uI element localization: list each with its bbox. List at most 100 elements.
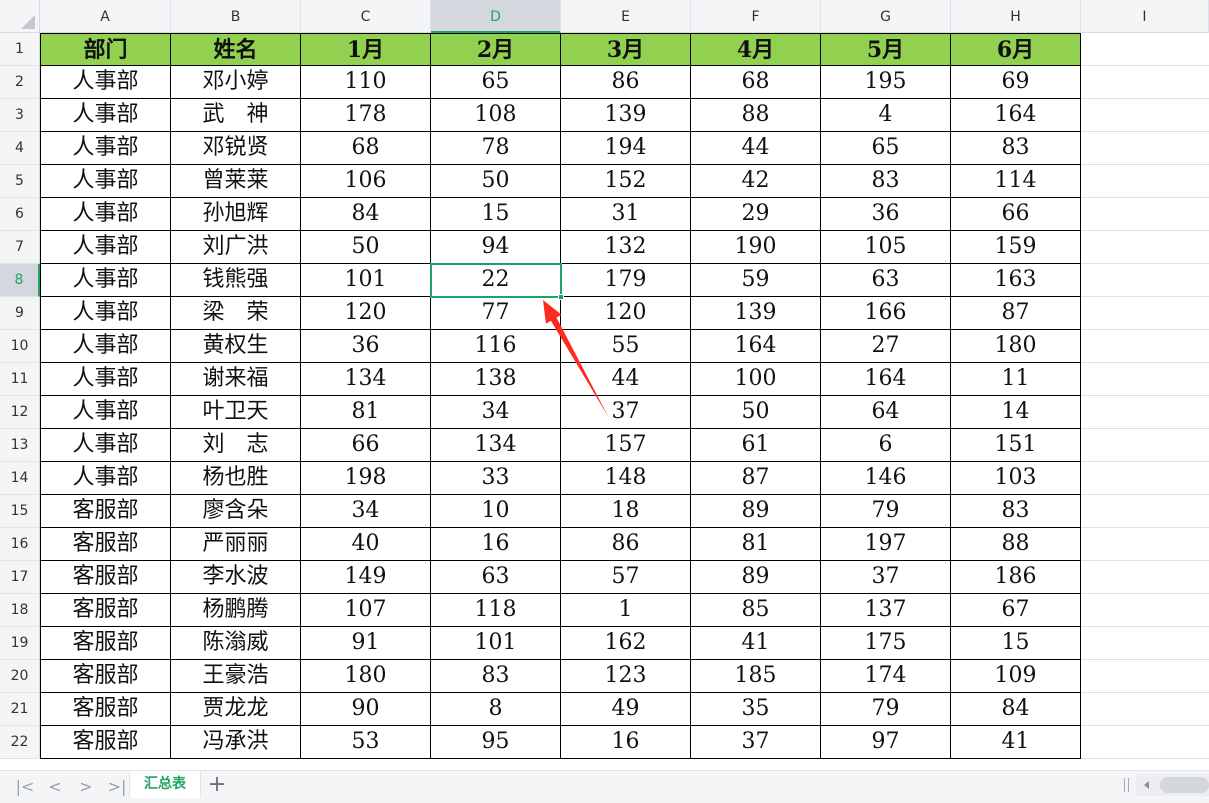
column-title-cell[interactable]: 5月 [821, 33, 951, 66]
table-cell[interactable]: 79 [821, 495, 951, 528]
table-cell[interactable]: 曾莱莱 [171, 165, 301, 198]
row-header-3[interactable]: 3 [0, 99, 40, 132]
row-header-10[interactable]: 10 [0, 330, 40, 363]
split-handle-icon[interactable] [1124, 778, 1129, 792]
table-cell[interactable]: 6 [821, 429, 951, 462]
table-cell[interactable]: 人事部 [40, 132, 171, 165]
table-cell[interactable]: 120 [301, 297, 431, 330]
table-cell[interactable]: 15 [431, 198, 561, 231]
table-cell[interactable]: 190 [691, 231, 821, 264]
table-cell[interactable]: 106 [301, 165, 431, 198]
row-header-11[interactable]: 11 [0, 363, 40, 396]
table-cell[interactable]: 149 [301, 561, 431, 594]
table-cell[interactable]: 68 [301, 132, 431, 165]
table-cell[interactable]: 55 [561, 330, 691, 363]
table-cell[interactable]: 85 [691, 594, 821, 627]
table-cell[interactable]: 159 [951, 231, 1081, 264]
table-cell[interactable]: 185 [691, 660, 821, 693]
table-cell[interactable]: 164 [951, 99, 1081, 132]
table-cell[interactable]: 107 [301, 594, 431, 627]
table-cell[interactable]: 84 [301, 198, 431, 231]
row-header-12[interactable]: 12 [0, 396, 40, 429]
table-cell[interactable]: 王豪浩 [171, 660, 301, 693]
empty-cell[interactable] [1081, 528, 1209, 561]
table-cell[interactable]: 86 [561, 528, 691, 561]
table-cell[interactable]: 邓锐贤 [171, 132, 301, 165]
table-cell[interactable]: 132 [561, 231, 691, 264]
table-cell[interactable]: 101 [301, 264, 431, 297]
column-title-cell[interactable]: 6月 [951, 33, 1081, 66]
row-header-20[interactable]: 20 [0, 660, 40, 693]
table-cell[interactable]: 63 [431, 561, 561, 594]
empty-cell[interactable] [1081, 429, 1209, 462]
column-header-b[interactable]: B [171, 0, 301, 33]
table-cell[interactable]: 孙旭辉 [171, 198, 301, 231]
table-cell[interactable]: 78 [431, 132, 561, 165]
table-cell[interactable]: 63 [821, 264, 951, 297]
table-cell[interactable]: 50 [301, 231, 431, 264]
table-cell[interactable]: 18 [561, 495, 691, 528]
table-cell[interactable]: 148 [561, 462, 691, 495]
table-cell[interactable]: 黄权生 [171, 330, 301, 363]
empty-cell[interactable] [1081, 363, 1209, 396]
empty-cell[interactable] [1081, 660, 1209, 693]
table-cell[interactable]: 冯承洪 [171, 726, 301, 759]
table-cell[interactable]: 36 [301, 330, 431, 363]
empty-cell[interactable] [1081, 594, 1209, 627]
empty-cell[interactable] [1081, 132, 1209, 165]
table-cell[interactable]: 81 [691, 528, 821, 561]
table-cell[interactable]: 客服部 [40, 594, 171, 627]
table-cell[interactable]: 164 [821, 363, 951, 396]
column-title-cell[interactable]: 2月 [431, 33, 561, 66]
table-cell[interactable]: 163 [951, 264, 1081, 297]
column-header-c[interactable]: C [301, 0, 431, 33]
table-cell[interactable]: 146 [821, 462, 951, 495]
table-cell[interactable]: 175 [821, 627, 951, 660]
column-title-cell[interactable]: 3月 [561, 33, 691, 66]
table-cell[interactable]: 14 [951, 396, 1081, 429]
table-cell[interactable]: 27 [821, 330, 951, 363]
table-cell[interactable]: 10 [431, 495, 561, 528]
table-cell[interactable]: 84 [951, 693, 1081, 726]
table-cell[interactable]: 110 [301, 66, 431, 99]
table-cell[interactable]: 174 [821, 660, 951, 693]
table-cell[interactable]: 29 [691, 198, 821, 231]
table-cell[interactable]: 198 [301, 462, 431, 495]
table-cell[interactable]: 197 [821, 528, 951, 561]
table-cell[interactable]: 人事部 [40, 396, 171, 429]
table-cell[interactable]: 人事部 [40, 66, 171, 99]
table-cell[interactable]: 105 [821, 231, 951, 264]
table-cell[interactable]: 8 [431, 693, 561, 726]
table-cell[interactable]: 49 [561, 693, 691, 726]
table-cell[interactable]: 36 [821, 198, 951, 231]
table-cell[interactable]: 95 [431, 726, 561, 759]
column-header-e[interactable]: E [561, 0, 691, 33]
table-cell[interactable]: 35 [691, 693, 821, 726]
empty-cell[interactable] [1081, 462, 1209, 495]
table-cell[interactable]: 40 [301, 528, 431, 561]
table-cell[interactable]: 83 [951, 132, 1081, 165]
table-cell[interactable]: 83 [821, 165, 951, 198]
table-cell[interactable]: 81 [301, 396, 431, 429]
column-title-cell[interactable]: 4月 [691, 33, 821, 66]
table-cell[interactable]: 66 [301, 429, 431, 462]
row-header-22[interactable]: 22 [0, 726, 40, 759]
column-title-cell[interactable]: 姓名 [171, 33, 301, 66]
row-header-5[interactable]: 5 [0, 165, 40, 198]
table-cell[interactable]: 101 [431, 627, 561, 660]
table-cell[interactable]: 客服部 [40, 726, 171, 759]
table-cell[interactable]: 客服部 [40, 693, 171, 726]
table-cell[interactable]: 79 [821, 693, 951, 726]
table-cell[interactable]: 50 [691, 396, 821, 429]
table-cell[interactable]: 人事部 [40, 297, 171, 330]
table-cell[interactable]: 陈滃威 [171, 627, 301, 660]
table-cell[interactable]: 谢来福 [171, 363, 301, 396]
empty-cell[interactable] [1081, 693, 1209, 726]
table-cell[interactable]: 100 [691, 363, 821, 396]
table-cell[interactable]: 客服部 [40, 528, 171, 561]
table-cell[interactable]: 廖含朵 [171, 495, 301, 528]
empty-cell[interactable] [1081, 165, 1209, 198]
table-cell[interactable]: 37 [691, 726, 821, 759]
table-cell[interactable]: 梁 荣 [171, 297, 301, 330]
table-cell[interactable]: 41 [951, 726, 1081, 759]
